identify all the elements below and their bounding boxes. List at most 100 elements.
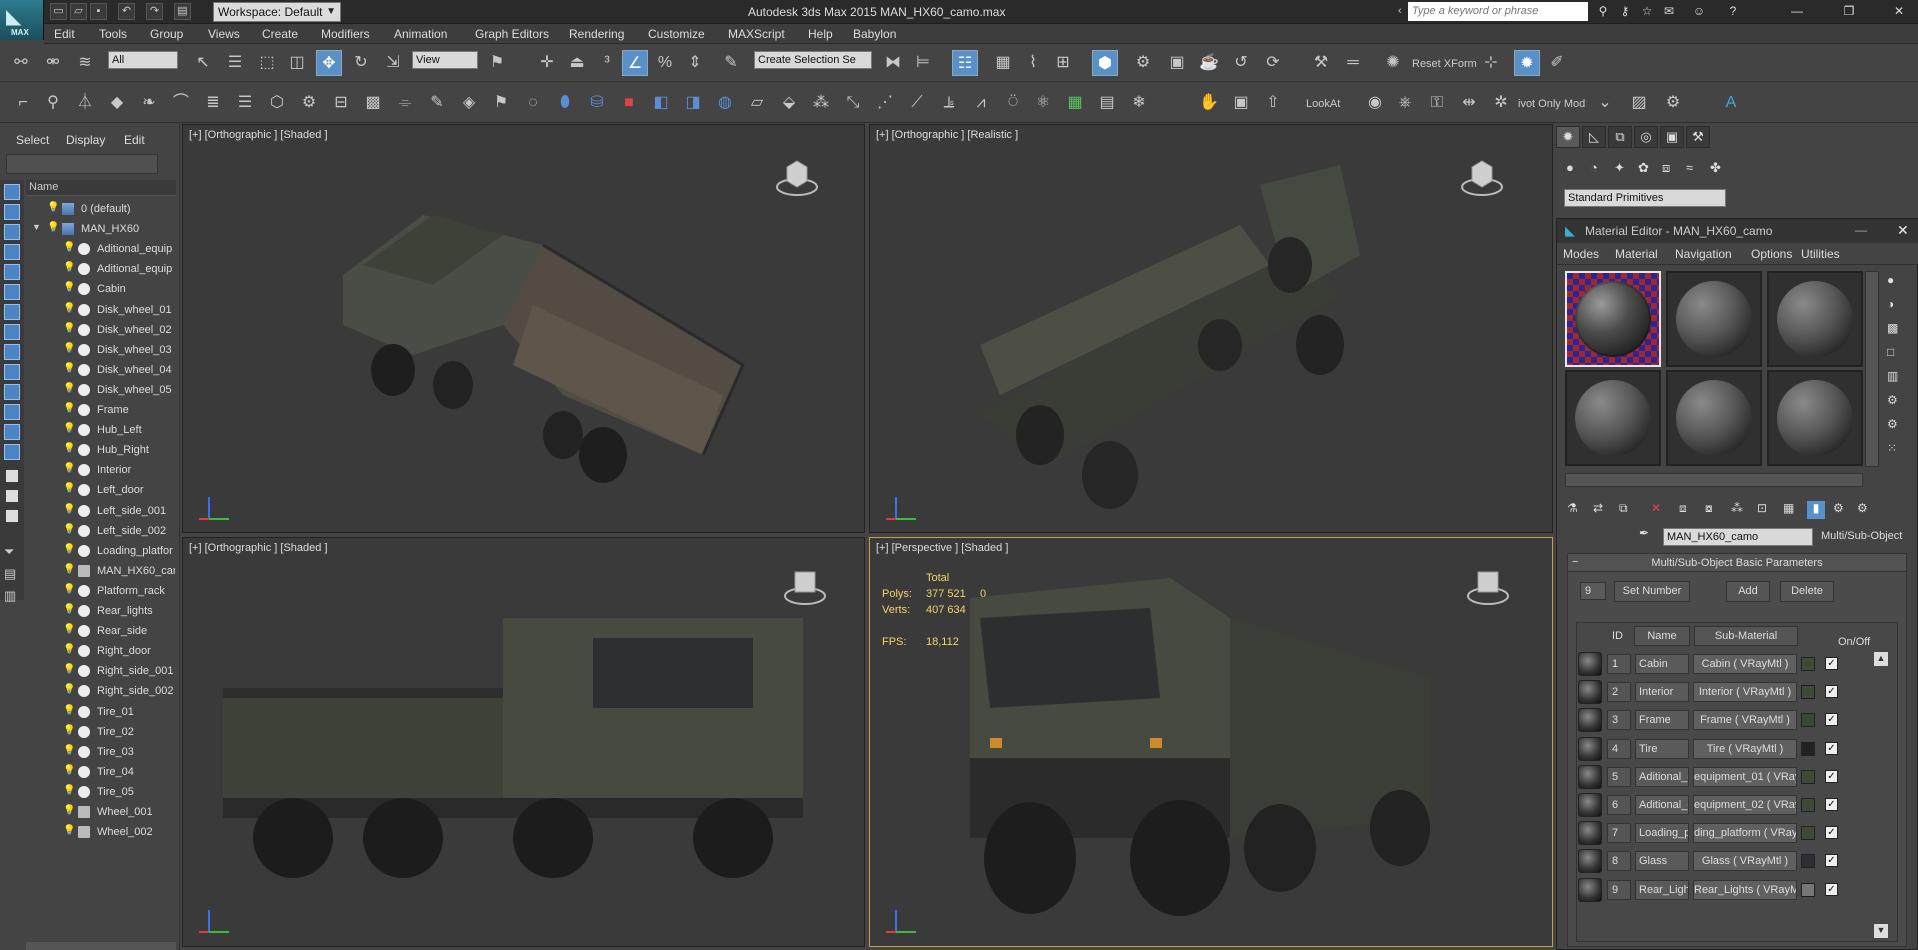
material-swatch-icon[interactable] [1578,736,1602,761]
viewcube[interactable] [775,157,819,197]
diffuse-color-swatch[interactable] [1801,713,1815,728]
sub-material-name[interactable]: Tire [1635,738,1689,759]
undo-icon[interactable]: ↶ [118,3,135,20]
settings-gear-icon[interactable]: ⚙ [1660,90,1686,116]
visibility-bulb-icon[interactable]: 💡 [63,483,75,494]
unlink-icon[interactable]: ⚮ [40,50,66,76]
tool-loop-icon[interactable]: ⌯ [392,90,418,116]
modify-tab-icon[interactable]: ◺ [1582,126,1606,148]
scene-tree-item[interactable]: 💡 Interior [26,461,176,480]
visibility-bulb-icon[interactable]: 💡 [47,202,59,213]
id-column-header[interactable]: ID [1612,630,1623,642]
material-swatch-icon[interactable] [1578,708,1602,733]
visibility-bulb-icon[interactable]: 💡 [63,644,75,655]
sub-material-button[interactable]: Frame ( VRayMtl ) [1693,710,1797,731]
scene-tree-item[interactable]: 💡 Disk_wheel_03 [26,341,176,360]
sub-material-id[interactable]: 1 [1607,654,1631,674]
go-to-parent-icon[interactable]: ⚙ [1833,501,1844,515]
select-object-icon[interactable]: ↖ [190,50,216,76]
scene-tree-item[interactable]: 💡 Cabin [26,280,176,299]
selection-filter-dropdown[interactable]: All [108,51,178,69]
viewport-label[interactable]: [+] [Orthographic ] [Shaded ] [189,542,328,554]
tool-blade-icon[interactable]: ◆ [104,90,130,116]
scene-tree-item[interactable]: 💡 Aditional_equip [26,240,176,259]
scene-tree-item[interactable]: 💡 Disk_wheel_02 [26,321,176,340]
render-teapot-icon[interactable]: ☕ [1196,50,1222,76]
tool-layers-icon[interactable]: ☰ [232,90,258,116]
scene-tree-item[interactable]: 💡 Tire_02 [26,723,176,742]
enabled-checkbox[interactable]: ✓ [1825,882,1838,896]
tool-stack-icon[interactable]: ≣ [200,90,226,116]
record-icon[interactable]: ◉ [1362,90,1388,116]
atom-icon[interactable]: ⚛ [1030,90,1056,116]
open-box-icon[interactable]: ◨ [680,90,706,116]
material-swatch-icon[interactable] [1578,821,1602,846]
sub-material-button[interactable]: Cabin ( VRayMtl ) [1693,654,1797,674]
scene-tree-item[interactable]: 💡 Loading_platfor [26,542,176,561]
geo-box-icon[interactable]: ⬙ [776,90,802,116]
scene-tree-item[interactable]: 💡 Frame [26,401,176,420]
visibility-bulb-icon[interactable]: 💡 [63,544,75,555]
scene-tree-item[interactable]: 💡 Hub_Left [26,421,176,440]
explorer-search-field[interactable] [6,154,158,174]
menu-edit[interactable]: Edit [54,27,75,41]
name-column-header[interactable]: Name [26,180,176,196]
search-input[interactable]: Type a keyword or phrase [1408,2,1588,21]
visibility-bulb-icon[interactable]: 💡 [63,524,75,535]
window-crossing-icon[interactable]: ◫ [284,50,310,76]
ruler-icon[interactable]: ═ [1340,50,1366,76]
enabled-checkbox[interactable]: ✓ [1825,854,1838,868]
visibility-bulb-icon[interactable]: 💡 [63,664,75,675]
scene-tree-item[interactable]: 💡 Right_side_001 [26,662,176,681]
save-file-icon[interactable]: ▪ [90,3,107,20]
scene-tree-item[interactable]: 💡 Rear_side [26,622,176,641]
render-setup-icon[interactable]: ⚙ [1130,50,1156,76]
transform-gizmo-icon[interactable]: ⊹ [1478,50,1504,76]
bind-spacewarp-icon[interactable]: ≋ [72,50,98,76]
visibility-bulb-icon[interactable]: 💡 [63,262,75,273]
menu-navigation[interactable]: Navigation [1675,247,1732,261]
sun-icon[interactable]: ✹ [1514,50,1540,76]
scene-tree-item[interactable]: 💡 Wheel_002 [26,823,176,842]
sub-material-id[interactable]: 2 [1607,682,1631,703]
ribbon-icon[interactable]: ▦ [990,50,1016,76]
bevel-icon[interactable]: ⋰ [872,90,898,116]
hand-icon[interactable]: ✋ [1196,90,1222,116]
material-swatch-icon[interactable] [1578,680,1602,705]
app-logo-button[interactable]: ◣ MAX [0,0,44,40]
menu-create[interactable]: Create [262,27,298,41]
checker-icon[interactable]: ▩ [360,90,386,116]
enabled-checkbox[interactable]: ✓ [1825,713,1838,727]
scene-tree-item[interactable]: 💡 Left_door [26,481,176,500]
material-editor-icon[interactable]: ⬢ [1092,50,1118,76]
sub-material-id[interactable]: 3 [1607,710,1631,731]
menu-rendering[interactable]: Rendering [569,27,624,41]
viewport-label[interactable]: [+] [Perspective ] [Shaded ] [876,542,1008,554]
material-swatch-icon[interactable] [1578,793,1602,817]
menu-tools[interactable]: Tools [99,27,127,41]
scroll-down-icon[interactable]: ▼ [1874,924,1888,938]
make-unique-icon[interactable]: ⧇ [1705,501,1713,516]
eyedropper-icon[interactable]: ✒ [1639,526,1649,540]
tool-lasso-icon[interactable]: ◌ [520,90,546,116]
menu-group[interactable]: Group [150,27,183,41]
material-slot-4[interactable] [1565,370,1661,466]
sub-material-button[interactable]: equipment_02 ( VRayMtl ) [1693,795,1797,815]
tool-flag-icon[interactable]: ⚑ [488,90,514,116]
material-id-channel-icon[interactable]: ⊡ [1757,501,1767,515]
sub-material-column-header[interactable]: Sub-Material [1694,626,1798,646]
sub-material-name[interactable]: Cabin [1635,654,1689,674]
scene-tree-item[interactable]: 💡 Wheel_001 [26,803,176,822]
lights-icon[interactable]: ✦ [1614,160,1625,176]
mirror-icon[interactable]: ⧓ [880,50,906,76]
material-name-field[interactable]: MAN_HX60_camo [1663,528,1813,546]
motion-tab-icon[interactable]: ◎ [1634,126,1658,148]
sub-material-button[interactable]: Rear_Lights ( VRayMtl ) [1693,879,1797,900]
material-swatch-icon[interactable] [1578,877,1602,902]
plane-icon[interactable]: ▱ [744,90,770,116]
menu-options[interactable]: Options [1751,247,1792,261]
tab-select[interactable]: Select [16,133,49,147]
project-folder-icon[interactable]: ▤ [174,3,191,20]
display-filter-icon[interactable] [4,184,20,200]
viewport-bottom-left[interactable]: [+] [Orthographic ] [Shaded ] [182,537,865,947]
